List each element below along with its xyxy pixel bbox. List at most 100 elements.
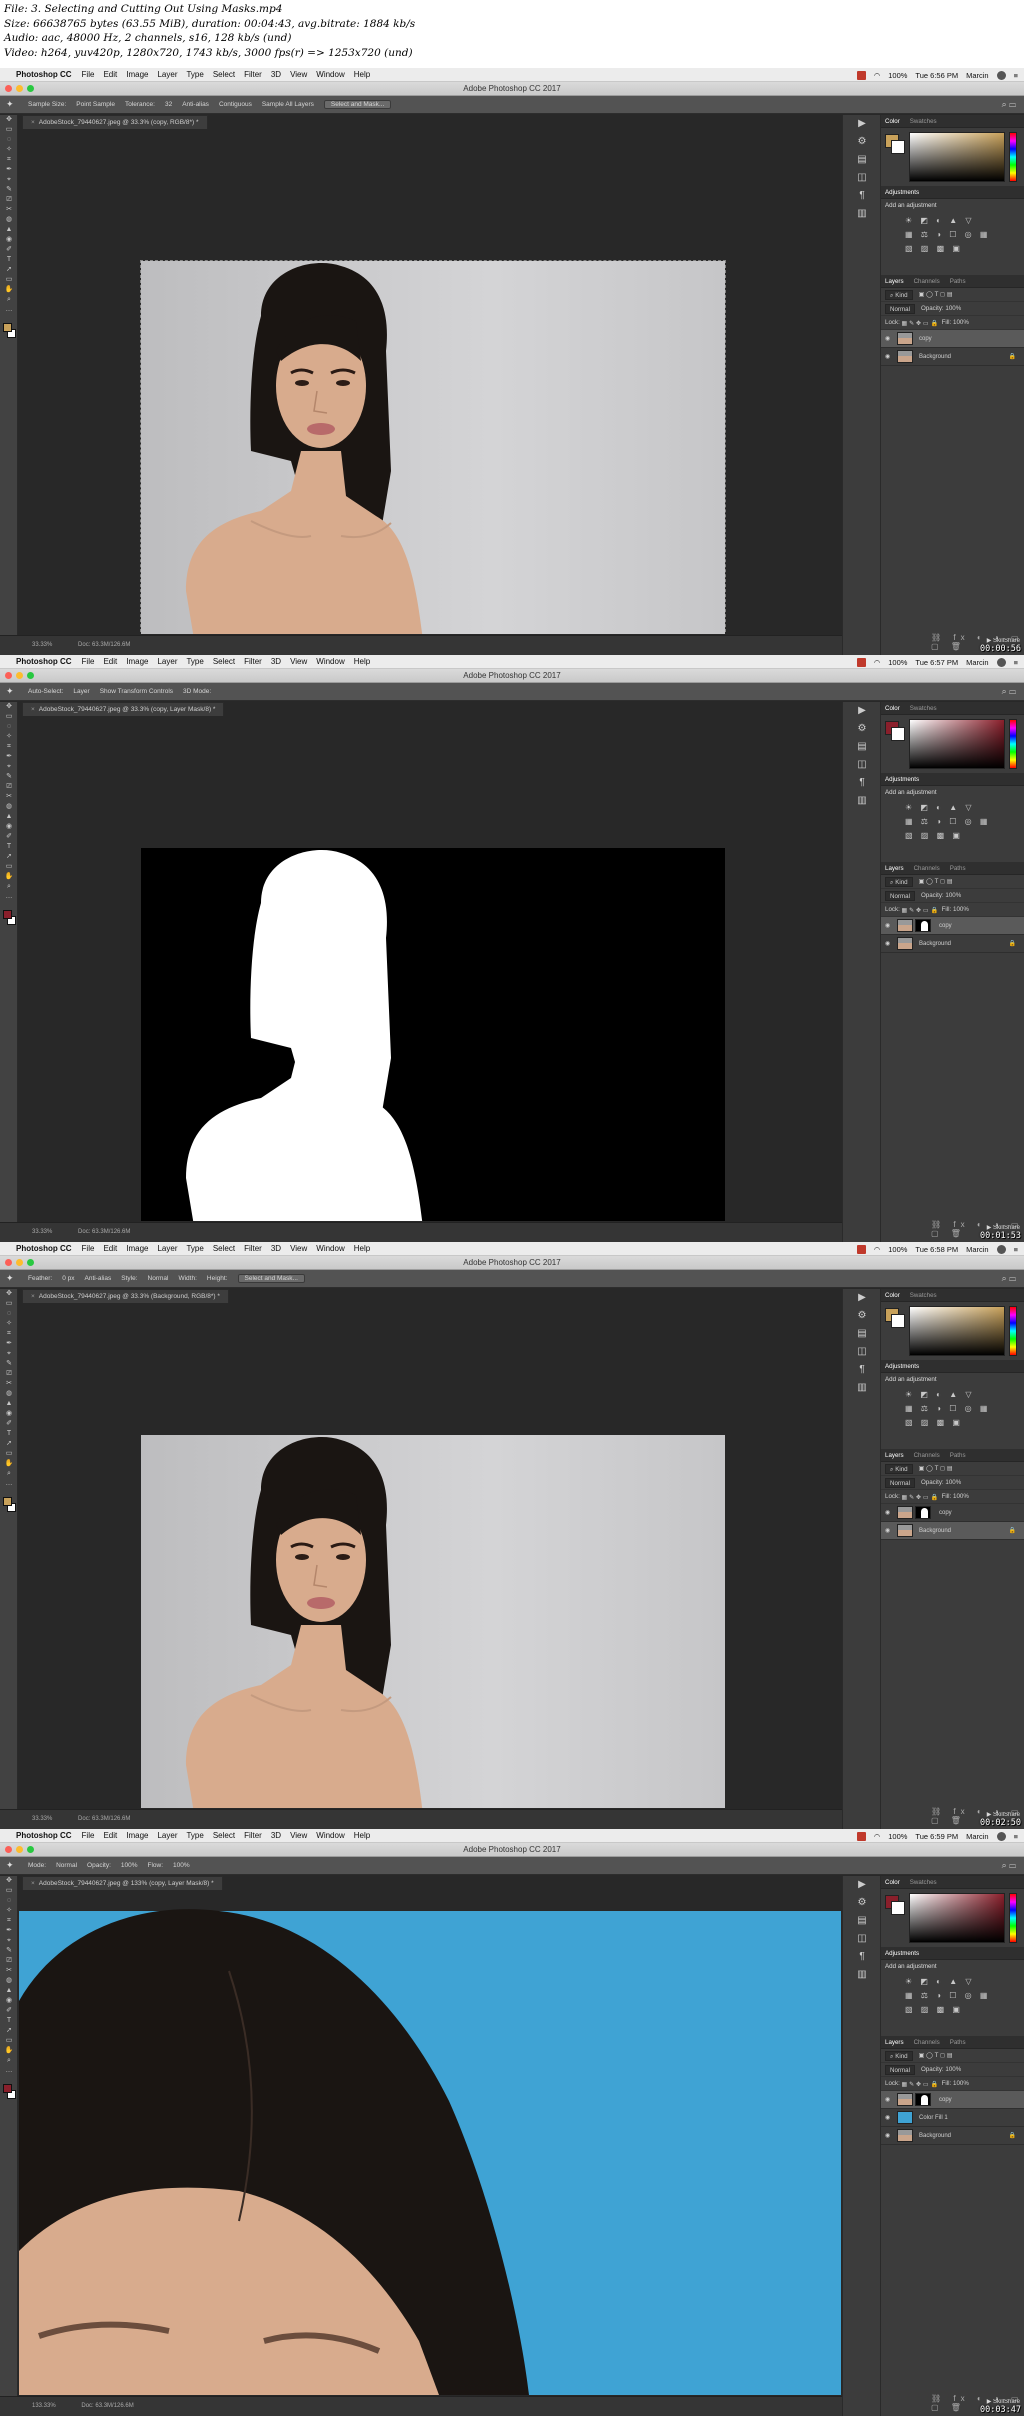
tab-paths[interactable]: Paths <box>950 2039 966 2046</box>
tool-icon[interactable]: ✧ <box>0 1319 18 1329</box>
tool-icon[interactable]: ✒ <box>0 752 18 762</box>
tab-channels[interactable]: Channels <box>914 1452 940 1459</box>
tool-icon[interactable]: ▭ <box>0 712 18 722</box>
dock-panel-icon[interactable]: ▥ <box>843 1966 881 1984</box>
layer-thumbnail[interactable] <box>897 350 913 363</box>
close-tab-icon[interactable]: × <box>31 1293 35 1300</box>
menu-edit[interactable]: Edit <box>103 1831 117 1840</box>
tool-icon[interactable]: … <box>0 892 18 902</box>
visibility-eye-icon[interactable]: ◉ <box>885 2096 897 2103</box>
option-item[interactable]: Width: <box>178 1275 196 1282</box>
dock-panel-icon[interactable]: ▶ <box>843 1289 881 1307</box>
app-menu[interactable]: Photoshop CC <box>16 657 72 666</box>
visibility-eye-icon[interactable]: ◉ <box>885 353 897 360</box>
tab-channels[interactable]: Channels <box>914 278 940 285</box>
menu-file[interactable]: File <box>82 1831 95 1840</box>
layer-thumbnail[interactable] <box>897 2129 913 2142</box>
tab-layers[interactable]: Layers <box>885 865 904 872</box>
lock-icons[interactable]: ▦ ✎ ✥ ▭ 🔒 <box>902 319 939 327</box>
tool-icon[interactable]: ➚ <box>0 852 18 862</box>
layer-thumbnail[interactable] <box>897 332 913 345</box>
tool-icon[interactable]: ▲ <box>0 1986 18 1996</box>
option-item[interactable]: 3D Mode: <box>183 688 211 695</box>
menu-help[interactable]: Help <box>354 1244 370 1253</box>
layer-kind-filter[interactable]: ⌕ Kind <box>885 1463 913 1474</box>
tool-icon[interactable]: ▭ <box>0 125 18 135</box>
layer-row[interactable]: ◉ copy <box>881 917 1024 935</box>
tool-icon[interactable]: ⌗ <box>0 155 18 165</box>
menu-layer[interactable]: Layer <box>157 1831 177 1840</box>
tool-icon[interactable]: ✐ <box>0 2006 18 2016</box>
dock-panel-icon[interactable]: ▥ <box>843 792 881 810</box>
color-field[interactable] <box>909 1893 1005 1943</box>
blend-mode-select[interactable]: Normal <box>885 890 915 901</box>
close-window-button[interactable] <box>5 1259 12 1266</box>
tool-icon[interactable]: ✥ <box>0 1289 18 1299</box>
tool-icon[interactable]: ⌕ <box>0 2056 18 2066</box>
tool-icon[interactable]: ✒ <box>0 165 18 175</box>
menu-edit[interactable]: Edit <box>103 657 117 666</box>
tab-swatches[interactable]: Swatches <box>910 1292 937 1299</box>
color-field[interactable] <box>909 132 1005 182</box>
tab-layers[interactable]: Layers <box>885 278 904 285</box>
fill-value[interactable]: 100% <box>953 2080 969 2087</box>
fill-value[interactable]: 100% <box>953 1493 969 1500</box>
tool-icon[interactable]: ➚ <box>0 265 18 275</box>
menu-file[interactable]: File <box>82 1244 95 1253</box>
layer-row[interactable]: ◉ Background 🔒 <box>881 1522 1024 1540</box>
document-tab[interactable]: × AdobeStock_79440627.jpeg @ 33.3% (copy,… <box>22 115 208 129</box>
zoom-level[interactable]: 33.33% <box>32 642 52 648</box>
tool-icon[interactable]: ◍ <box>0 1976 18 1986</box>
tool-icon[interactable]: ✂ <box>0 792 18 802</box>
hue-slider[interactable] <box>1009 1893 1017 1943</box>
option-item[interactable]: Feather: <box>28 1275 52 1282</box>
tool-icon[interactable]: ◉ <box>0 235 18 245</box>
dock-panel-icon[interactable]: ▤ <box>843 1325 881 1343</box>
menu-image[interactable]: Image <box>126 1244 148 1253</box>
layer-thumbnail[interactable] <box>897 919 913 932</box>
tool-icon[interactable]: ⌖ <box>0 1349 18 1359</box>
option-item[interactable]: Style: <box>121 1275 137 1282</box>
dock-panel-icon[interactable]: ▥ <box>843 205 881 223</box>
menu-3d[interactable]: 3D <box>271 1831 281 1840</box>
zoom-level[interactable]: 133.33% <box>32 2403 56 2409</box>
menu-type[interactable]: Type <box>186 1244 203 1253</box>
layer-row[interactable]: ◉ copy <box>881 330 1024 348</box>
option-item[interactable]: Auto-Select: <box>28 688 63 695</box>
dock-panel-icon[interactable]: ¶ <box>843 187 881 205</box>
tool-icon[interactable]: ⌗ <box>0 1329 18 1339</box>
zoom-window-button[interactable] <box>27 1846 34 1853</box>
canvas-area[interactable] <box>19 130 841 634</box>
tool-icon[interactable]: ◍ <box>0 215 18 225</box>
tool-icon[interactable]: ◍ <box>0 1389 18 1399</box>
tool-icon[interactable]: ➚ <box>0 1439 18 1449</box>
siri-icon[interactable] <box>996 1831 1006 1841</box>
option-item[interactable]: Show Transform Controls <box>100 688 173 695</box>
option-item[interactable]: Layer <box>73 688 89 695</box>
tool-icon[interactable]: ◉ <box>0 1996 18 2006</box>
option-item[interactable]: 0 px <box>62 1275 74 1282</box>
tool-icon[interactable]: ▭ <box>0 1449 18 1459</box>
select-and-mask-button[interactable]: Select and Mask... <box>323 100 392 109</box>
foreground-color-chip[interactable] <box>3 910 12 919</box>
tool-icon[interactable]: ⌖ <box>0 1936 18 1946</box>
siri-icon[interactable] <box>996 70 1006 80</box>
adjustment-icons[interactable]: ☀ ◩ ◐ ▲ ▽ ▦ ⚖ ◑ ☐ ◎ ▦ ▧ ▨ ▩ ▣ <box>881 212 1024 258</box>
option-item[interactable]: Height: <box>207 1275 228 1282</box>
wifi-icon[interactable]: ◠ <box>874 658 881 667</box>
layer-thumbnail[interactable] <box>897 1524 913 1537</box>
document-tab[interactable]: × AdobeStock_79440627.jpeg @ 33.3% (copy,… <box>22 702 225 716</box>
menu-window[interactable]: Window <box>316 70 344 79</box>
tool-icon[interactable]: ✧ <box>0 1906 18 1916</box>
layer-mask-thumbnail[interactable] <box>915 919 931 932</box>
visibility-eye-icon[interactable]: ◉ <box>885 1509 897 1516</box>
dock-panel-icon[interactable]: ⚙ <box>843 133 881 151</box>
menu-image[interactable]: Image <box>126 1831 148 1840</box>
tool-icon[interactable]: T <box>0 255 18 265</box>
foreground-color-chip[interactable] <box>3 323 12 332</box>
hue-slider[interactable] <box>1009 1306 1017 1356</box>
app-menu[interactable]: Photoshop CC <box>16 1831 72 1840</box>
close-tab-icon[interactable]: × <box>31 706 35 713</box>
menu-type[interactable]: Type <box>186 657 203 666</box>
wifi-icon[interactable]: ◠ <box>874 1832 881 1841</box>
